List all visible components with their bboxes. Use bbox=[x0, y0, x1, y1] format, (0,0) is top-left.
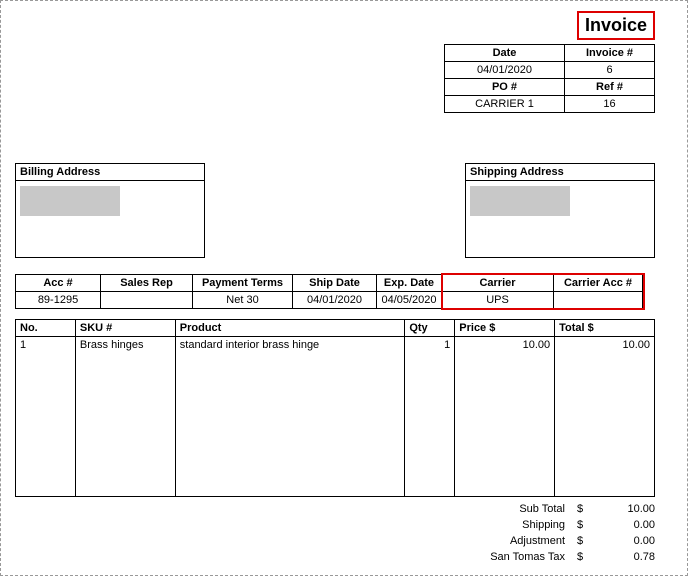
adjustment-value: 0.00 bbox=[595, 533, 655, 549]
tax-value: 0.78 bbox=[595, 549, 655, 565]
info-shipdate-label: Ship Date bbox=[293, 275, 376, 292]
subtotal-value: 10.00 bbox=[595, 501, 655, 517]
item-qty: 1 bbox=[405, 337, 455, 497]
info-shipdate: 04/01/2020 bbox=[293, 292, 376, 308]
info-expdate-label: Exp. Date bbox=[377, 275, 441, 292]
item-no: 1 bbox=[16, 337, 76, 497]
shipping-address-redacted bbox=[470, 186, 570, 216]
info-rep-label: Sales Rep bbox=[101, 275, 192, 292]
info-terms: Net 30 bbox=[193, 292, 292, 308]
invoice-title: Invoice bbox=[577, 11, 655, 40]
currency-symbol: $ bbox=[575, 517, 585, 533]
billing-address-redacted bbox=[20, 186, 120, 216]
info-carrier: UPS bbox=[442, 292, 553, 308]
meta-invoice-num: 6 bbox=[565, 62, 655, 79]
meta-po: CARRIER 1 bbox=[445, 96, 565, 113]
items-table: No. SKU # Product Qty Price $ Total $ 1 … bbox=[15, 319, 655, 497]
items-header-total: Total $ bbox=[555, 320, 655, 337]
currency-symbol: $ bbox=[575, 501, 585, 517]
meta-invoice-num-label: Invoice # bbox=[565, 45, 655, 62]
meta-table: Date Invoice # 04/01/2020 6 PO # Ref # C… bbox=[444, 44, 655, 113]
adjustment-label: Adjustment bbox=[445, 533, 565, 549]
item-sku: Brass hinges bbox=[75, 337, 175, 497]
meta-date: 04/01/2020 bbox=[445, 62, 565, 79]
billing-address-label: Billing Address bbox=[16, 164, 204, 181]
item-product: standard interior brass hinge bbox=[175, 337, 405, 497]
currency-symbol: $ bbox=[575, 533, 585, 549]
info-row: Acc # 89-1295 Sales Rep Payment Terms Ne… bbox=[15, 274, 655, 309]
items-header-product: Product bbox=[175, 320, 405, 337]
shipping-value: 0.00 bbox=[595, 517, 655, 533]
item-total: 10.00 bbox=[555, 337, 655, 497]
meta-po-label: PO # bbox=[445, 79, 565, 96]
info-carrieracc bbox=[554, 292, 642, 306]
table-row: 1 Brass hinges standard interior brass h… bbox=[16, 337, 655, 497]
shipping-address-label: Shipping Address bbox=[466, 164, 654, 181]
currency-symbol: $ bbox=[575, 549, 585, 565]
info-expdate: 04/05/2020 bbox=[377, 292, 441, 308]
meta-ref-label: Ref # bbox=[565, 79, 655, 96]
shipping-address-box: Shipping Address bbox=[465, 163, 655, 258]
meta-ref: 16 bbox=[565, 96, 655, 113]
totals-block: Sub Total $ 10.00 Shipping $ 0.00 Adjust… bbox=[445, 501, 655, 565]
info-carrieracc-label: Carrier Acc # bbox=[554, 275, 642, 292]
shipping-label: Shipping bbox=[445, 517, 565, 533]
meta-date-label: Date bbox=[445, 45, 565, 62]
info-carrier-label: Carrier bbox=[442, 275, 553, 292]
items-header-sku: SKU # bbox=[75, 320, 175, 337]
billing-address-box: Billing Address bbox=[15, 163, 205, 258]
info-acc-label: Acc # bbox=[16, 275, 100, 292]
info-terms-label: Payment Terms bbox=[193, 275, 292, 292]
info-rep bbox=[101, 292, 192, 306]
subtotal-label: Sub Total bbox=[445, 501, 565, 517]
items-header-qty: Qty bbox=[405, 320, 455, 337]
items-header-price: Price $ bbox=[455, 320, 555, 337]
info-acc: 89-1295 bbox=[16, 292, 100, 308]
item-price: 10.00 bbox=[455, 337, 555, 497]
items-header-no: No. bbox=[16, 320, 76, 337]
tax-label: San Tomas Tax bbox=[445, 549, 565, 565]
